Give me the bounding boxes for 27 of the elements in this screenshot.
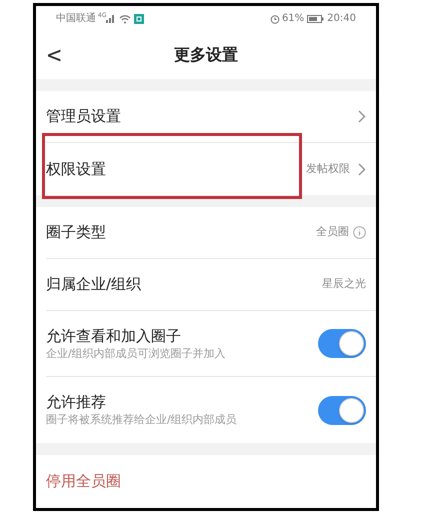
- chevron-right-icon: [358, 110, 366, 123]
- row-label: 归属企业/组织: [46, 274, 142, 296]
- back-button[interactable]: <: [47, 43, 62, 67]
- toggle-switch[interactable]: [318, 396, 366, 424]
- disable-link[interactable]: 停用全员圈: [46, 470, 121, 492]
- row-value: 星辰之光: [322, 276, 366, 292]
- carrier-name: 中国联通: [56, 12, 96, 26]
- row-label: 允许推荐: [46, 392, 107, 412]
- chevron-right-icon: [358, 162, 366, 176]
- row-label: 允许查看和加入圈子: [46, 326, 182, 346]
- info-icon[interactable]: [353, 226, 366, 239]
- clock-time: 20:40: [327, 12, 356, 26]
- toggle-switch[interactable]: [318, 329, 366, 358]
- row-label: 管理员设置: [46, 106, 121, 128]
- row-description: 企业/组织内部成员可浏览圈子并加入: [46, 346, 226, 362]
- battery-percent: 61%: [282, 12, 304, 26]
- row-description: 圈子将被系统推荐给企业/组织内部成员: [46, 412, 237, 428]
- wifi-icon: [119, 14, 132, 24]
- page-title: 更多设置: [174, 44, 238, 66]
- app-badge-icon: [134, 14, 144, 24]
- alarm-icon: [270, 14, 280, 24]
- battery-icon: [307, 14, 324, 22]
- row-value: 发帖权限: [306, 160, 350, 177]
- row-label: 圈子类型: [46, 222, 106, 244]
- row-value: 全员圈: [316, 224, 349, 240]
- row-label: 权限设置: [46, 158, 106, 180]
- signal-icon: [106, 14, 116, 23]
